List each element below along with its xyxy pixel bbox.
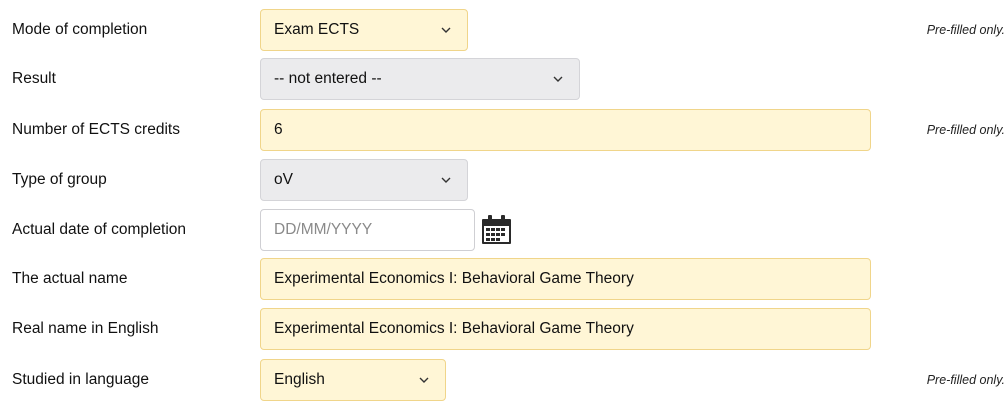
chevron-down-icon — [419, 377, 429, 383]
calendar-icon[interactable] — [480, 214, 513, 246]
date-of-completion-input[interactable]: DD/MM/YYYY — [260, 208, 475, 251]
result-value: -- not entered -- — [274, 69, 382, 87]
row-actual-name: The actual name Experimental Economics I… — [0, 254, 1005, 303]
type-of-group-value: oV — [274, 170, 293, 188]
chevron-down-icon — [553, 76, 563, 82]
label-type-of-group: Type of group — [12, 170, 107, 188]
prefilled-note: Pre-filled only. — [926, 372, 1005, 387]
row-studied-language: Studied in language English Pre-filled o… — [0, 355, 1005, 404]
mode-of-completion-select[interactable]: Exam ECTS — [260, 8, 468, 51]
row-name-in-english: Real name in English Experimental Econom… — [0, 304, 1005, 353]
name-in-english-value: Experimental Economics I: Behavioral Gam… — [274, 319, 634, 337]
row-ects-credits: Number of ECTS credits 6 Pre-filled only… — [0, 105, 1005, 154]
actual-name-value: Experimental Economics I: Behavioral Gam… — [274, 269, 634, 287]
label-actual-name: The actual name — [12, 269, 128, 287]
ects-credits-input[interactable]: 6 — [260, 108, 871, 151]
type-of-group-select[interactable]: oV — [260, 158, 468, 201]
row-date-of-completion: Actual date of completion DD/MM/YYYY — [0, 205, 1005, 254]
label-studied-language: Studied in language — [12, 370, 150, 388]
chevron-down-icon — [441, 27, 451, 33]
label-name-in-english: Real name in English — [12, 319, 159, 337]
name-in-english-input[interactable]: Experimental Economics I: Behavioral Gam… — [260, 307, 871, 350]
label-date-of-completion: Actual date of completion — [12, 220, 187, 238]
ects-credits-value: 6 — [274, 120, 283, 138]
prefilled-note: Pre-filled only. — [926, 122, 1005, 137]
date-placeholder: DD/MM/YYYY — [274, 220, 373, 238]
actual-name-input[interactable]: Experimental Economics I: Behavioral Gam… — [260, 257, 871, 300]
mode-of-completion-value: Exam ECTS — [274, 20, 360, 38]
chevron-down-icon — [441, 177, 451, 183]
row-type-of-group: Type of group oV — [0, 155, 1005, 204]
studied-language-select[interactable]: English — [260, 358, 446, 401]
result-select[interactable]: -- not entered -- — [260, 57, 580, 100]
label-mode-of-completion: Mode of completion — [12, 20, 148, 38]
row-mode-of-completion: Mode of completion Exam ECTS Pre-filled … — [0, 5, 1005, 54]
studied-language-value: English — [274, 370, 325, 388]
label-result: Result — [12, 69, 56, 87]
prefilled-note: Pre-filled only. — [926, 22, 1005, 37]
label-ects-credits: Number of ECTS credits — [12, 120, 180, 138]
row-result: Result -- not entered -- — [0, 54, 1005, 103]
